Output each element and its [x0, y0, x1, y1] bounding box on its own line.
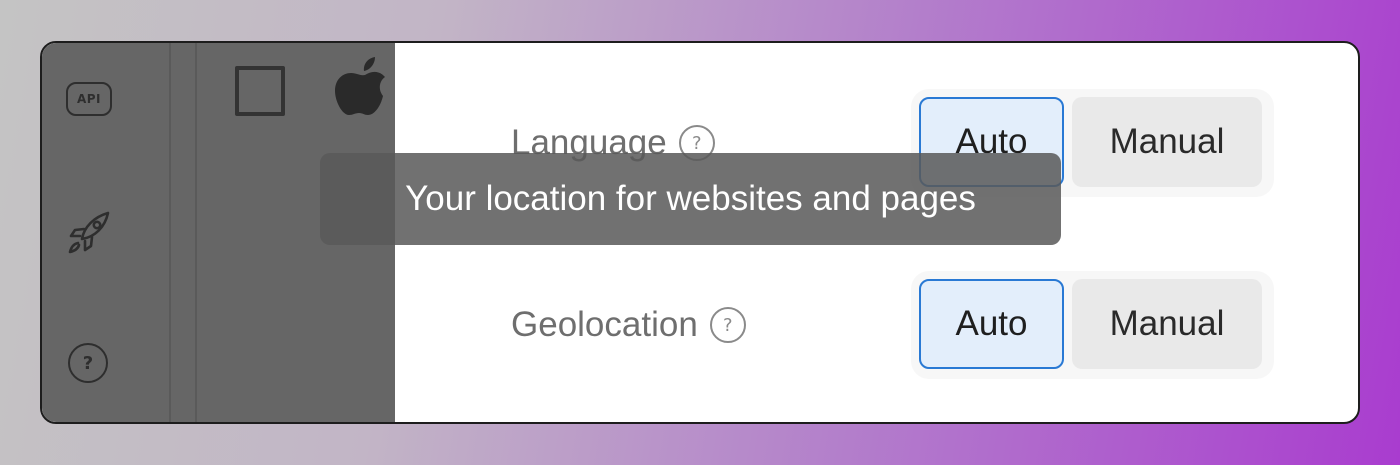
geolocation-row-label: Geolocation ? [511, 305, 746, 345]
geolocation-auto-button[interactable]: Auto [919, 279, 1064, 369]
settings-window: API ? Language ? Auto Manual Geolocation… [40, 41, 1360, 424]
icon-rail: API ? [42, 43, 169, 422]
geolocation-label: Geolocation [511, 305, 698, 344]
geolocation-segmented-control: Auto Manual [911, 271, 1274, 379]
sidebar-divider [169, 43, 171, 422]
geolocation-manual-button[interactable]: Manual [1072, 279, 1262, 369]
help-icon[interactable]: ? [68, 343, 108, 383]
apple-icon [335, 57, 385, 115]
tooltip-text: Your location for websites and pages [405, 179, 976, 218]
rocket-icon[interactable] [62, 205, 116, 259]
api-icon[interactable]: API [66, 82, 112, 116]
language-manual-button[interactable]: Manual [1072, 97, 1262, 187]
sidebar-divider [195, 43, 197, 422]
geolocation-tooltip: Your location for websites and pages [320, 153, 1061, 245]
question-icon[interactable]: ? [709, 307, 746, 343]
checkbox-icon[interactable] [235, 66, 285, 116]
